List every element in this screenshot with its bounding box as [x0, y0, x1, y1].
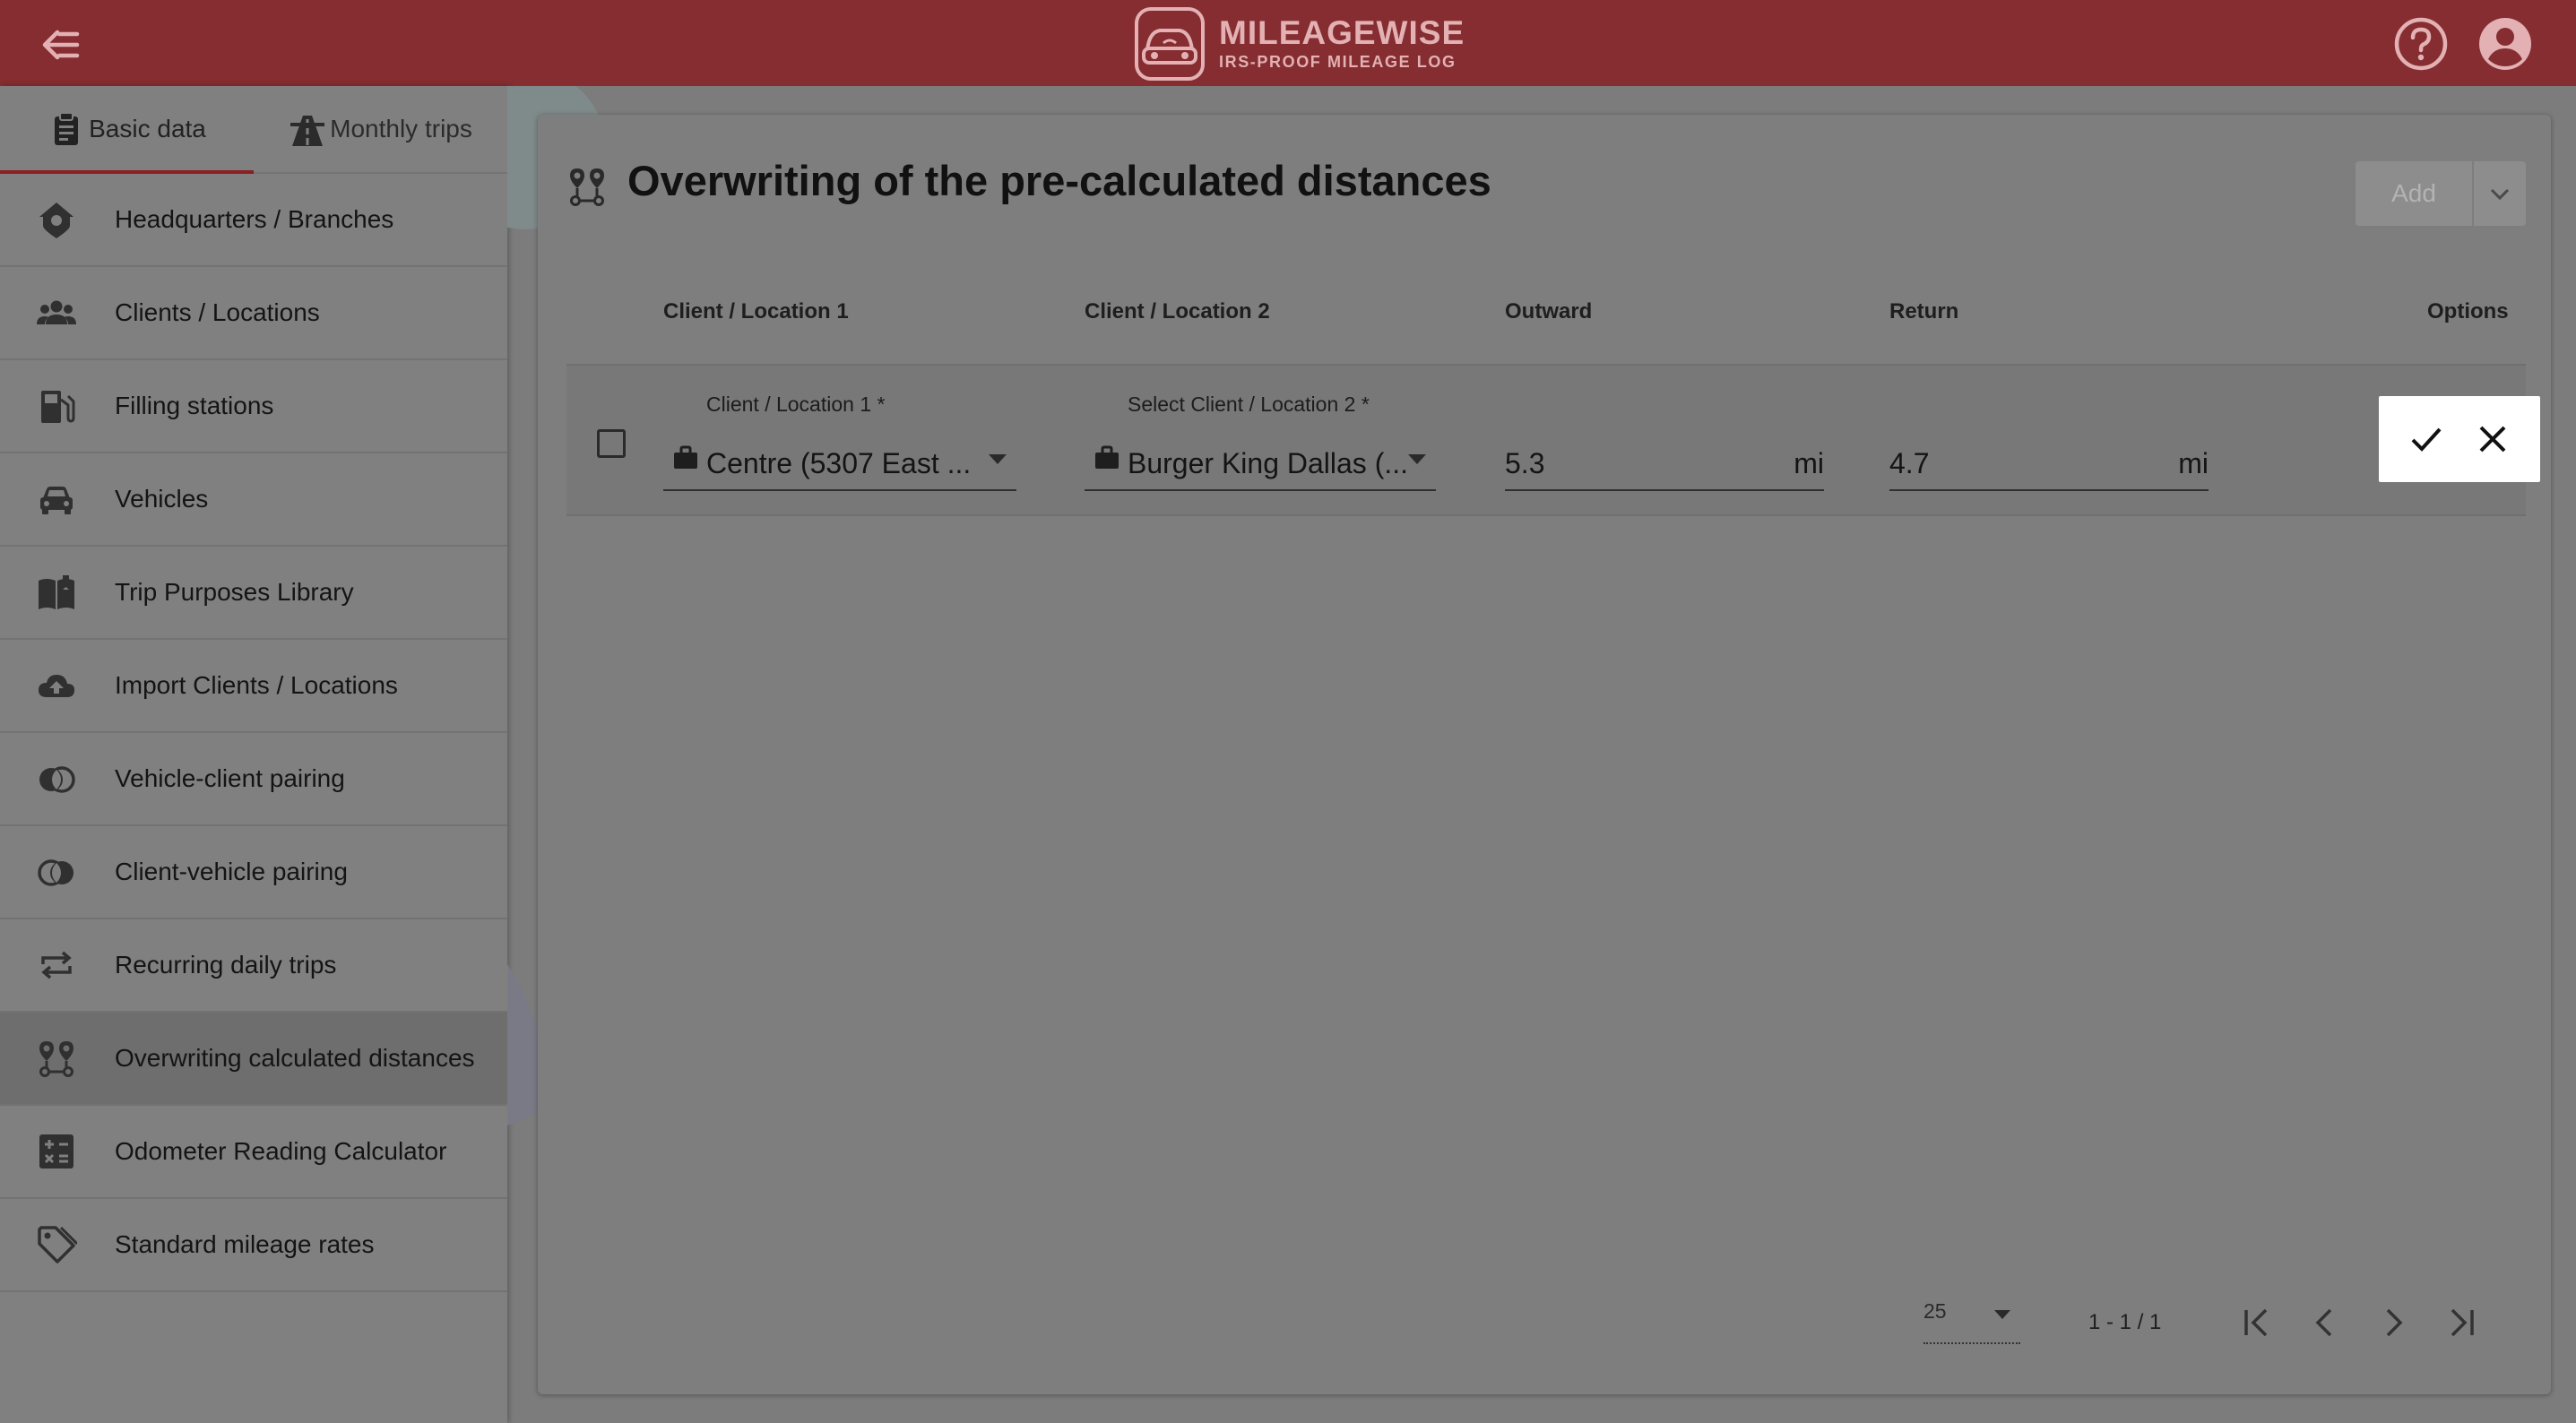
caret-down-icon	[1992, 1307, 2013, 1323]
distances-card: Overwriting of the pre-calculated distan…	[538, 115, 2551, 1394]
previous-page-icon[interactable]	[2305, 1303, 2345, 1342]
car-logo-icon	[1131, 5, 1208, 82]
sidebar-item-headquarters[interactable]: Headquarters / Branches	[0, 174, 507, 267]
sidebar-item-label: Filling stations	[115, 392, 274, 419]
repeat-icon	[36, 944, 77, 986]
pairing-icon	[36, 758, 77, 799]
pairing-icon	[36, 851, 77, 893]
sidebar-menu: Headquarters / Branches Clients / Locati…	[0, 174, 507, 1292]
row-actions	[2379, 396, 2540, 482]
back-arrow-icon[interactable]	[39, 25, 82, 65]
location2-label: Select Client / Location 2 *	[1128, 392, 1370, 416]
last-page-icon[interactable]	[2442, 1303, 2481, 1342]
sidebar-item-mileage-rates[interactable]: Standard mileage rates	[0, 1199, 507, 1292]
brand-name: MILEAGEWISE	[1219, 14, 1465, 51]
outward-value: 5.3	[1505, 447, 1545, 479]
return-value: 4.7	[1889, 447, 1930, 479]
route-pins-icon	[36, 1038, 77, 1079]
people-icon	[36, 292, 77, 333]
sidebar-item-vehicle-client-pairing[interactable]: Vehicle-client pairing	[0, 733, 507, 826]
clipboard-icon	[48, 110, 89, 148]
book-icon	[36, 572, 77, 613]
column-header-location2: Client / Location 2	[1085, 299, 1270, 323]
next-page-icon[interactable]	[2373, 1303, 2413, 1342]
sidebar-item-odometer-calculator[interactable]: Odometer Reading Calculator	[0, 1106, 507, 1199]
pagination: 25 1 - 1 / 1	[538, 1294, 2551, 1348]
sidebar-item-import-clients[interactable]: Import Clients / Locations	[0, 640, 507, 733]
sidebar-item-client-vehicle-pairing[interactable]: Client-vehicle pairing	[0, 826, 507, 919]
sidebar-item-label: Clients / Locations	[115, 298, 320, 326]
brand-tagline: IRS-PROOF MILEAGE LOG	[1219, 53, 1457, 71]
column-header-return: Return	[1889, 299, 1959, 323]
sidebar-item-label: Vehicles	[115, 485, 209, 513]
sidebar-item-label: Overwriting calculated distances	[115, 1044, 475, 1072]
location1-value: Centre (5307 East ...	[706, 447, 972, 479]
sidebar-item-label: Vehicle-client pairing	[115, 764, 345, 792]
first-page-icon[interactable]	[2237, 1303, 2277, 1342]
tab-basic-data[interactable]: Basic data	[0, 86, 254, 172]
sidebar-item-recurring-trips[interactable]: Recurring daily trips	[0, 919, 507, 1013]
confirm-check-icon[interactable]	[2407, 420, 2445, 458]
cloud-upload-icon	[36, 665, 77, 706]
column-header-location1: Client / Location 1	[663, 299, 849, 323]
sidebar-item-trip-purposes[interactable]: Trip Purposes Library	[0, 547, 507, 640]
account-icon[interactable]	[2477, 16, 2533, 72]
location2-select[interactable]: Select Client / Location 2 * Burger King…	[1085, 392, 1436, 491]
sidebar-item-filling-stations[interactable]: Filling stations	[0, 360, 507, 453]
distances-table: Client / Location 1 Client / Location 2 …	[566, 253, 2540, 516]
chevron-down-icon	[2488, 185, 2511, 202]
location1-select[interactable]: Client / Location 1 * Centre (5307 East …	[663, 392, 1016, 491]
sidebar-item-overwriting-distances[interactable]: Overwriting calculated distances	[0, 1013, 507, 1106]
return-distance-input[interactable]: 4.7 mi	[1889, 392, 2209, 491]
pagination-range: 1 - 1 / 1	[2088, 1310, 2162, 1334]
add-button[interactable]: Add	[2356, 161, 2472, 226]
sidebar-tabs: Basic data Monthly trips	[0, 86, 507, 174]
caret-down-icon	[986, 450, 1009, 468]
row-checkbox[interactable]	[597, 429, 626, 458]
car-icon	[36, 479, 77, 520]
sidebar-item-label: Odometer Reading Calculator	[115, 1137, 447, 1165]
tab-monthly-trips[interactable]: Monthly trips	[254, 86, 507, 172]
table-header: Client / Location 1 Client / Location 2 …	[566, 253, 2526, 420]
column-header-options: Options	[2427, 299, 2509, 323]
column-header-outward: Outward	[1505, 299, 1593, 323]
rows-per-page-value: 25	[1923, 1299, 1947, 1323]
help-icon[interactable]	[2393, 16, 2449, 72]
page-title: Overwriting of the pre-calculated distan…	[627, 157, 1491, 204]
add-menu-button[interactable]	[2474, 161, 2526, 226]
location2-value: Burger King Dallas (...	[1128, 447, 1409, 479]
calculator-icon	[36, 1131, 77, 1172]
sidebar-item-clients[interactable]: Clients / Locations	[0, 267, 507, 360]
caret-down-icon	[1405, 450, 1429, 468]
sidebar-item-label: Import Clients / Locations	[115, 671, 398, 699]
fuel-pump-icon	[36, 385, 77, 427]
sidebar-item-vehicles[interactable]: Vehicles	[0, 453, 507, 547]
tab-monthly-trips-label: Monthly trips	[330, 115, 472, 142]
briefcase-icon	[1094, 444, 1120, 471]
route-pins-icon	[566, 165, 608, 210]
road-icon	[289, 110, 330, 148]
sidebar-item-label: Client-vehicle pairing	[115, 858, 348, 885]
table-row: Client / Location 1 * Centre (5307 East …	[566, 366, 2540, 516]
briefcase-icon	[672, 444, 699, 471]
home-pin-icon	[36, 199, 77, 240]
sidebar-item-label: Recurring daily trips	[115, 951, 337, 979]
top-app-bar: MILEAGEWISE IRS-PROOF MILEAGE LOG	[0, 0, 2576, 86]
cancel-close-icon[interactable]	[2474, 420, 2511, 458]
return-unit: mi	[2178, 447, 2209, 479]
location1-label: Client / Location 1 *	[706, 392, 886, 416]
brand-logo[interactable]: MILEAGEWISE IRS-PROOF MILEAGE LOG	[1131, 4, 1465, 84]
sidebar: Basic data Monthly trips Headquarters / …	[0, 86, 507, 1423]
sidebar-item-label: Headquarters / Branches	[115, 205, 394, 233]
outward-distance-input[interactable]: 5.3 mi	[1505, 392, 1824, 491]
rows-per-page-select[interactable]: 25	[1923, 1294, 2020, 1344]
sidebar-item-label: Trip Purposes Library	[115, 578, 354, 606]
outward-unit: mi	[1794, 447, 1824, 479]
tags-icon	[36, 1224, 77, 1265]
tab-basic-data-label: Basic data	[89, 115, 206, 142]
sidebar-item-label: Standard mileage rates	[115, 1230, 375, 1258]
